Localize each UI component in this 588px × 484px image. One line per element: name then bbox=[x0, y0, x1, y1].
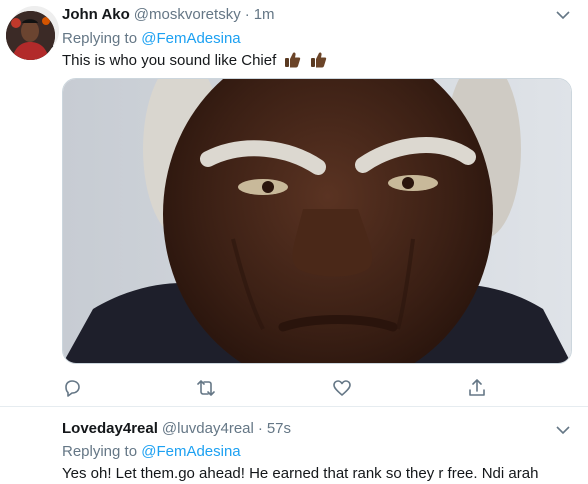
retweet-icon[interactable] bbox=[196, 378, 216, 398]
mention-link[interactable]: @FemAdesina bbox=[141, 443, 240, 460]
thumbs-up-icon bbox=[310, 52, 326, 68]
tweet-header: Loveday4real @luvday4real · 57s bbox=[62, 420, 291, 440]
tweet-body: Yes oh! Let them.go ahead! He earned tha… bbox=[62, 465, 539, 482]
separator-dot: · bbox=[244, 6, 250, 23]
display-name[interactable]: Loveday4real bbox=[62, 420, 158, 437]
chevron-down-icon[interactable] bbox=[556, 10, 570, 20]
thumbs-up-icon bbox=[285, 52, 301, 68]
user-handle[interactable]: @moskvoretsky bbox=[134, 6, 241, 23]
display-name[interactable]: John Ako bbox=[62, 6, 130, 23]
tweet[interactable]: John Ako @moskvoretsky · 1m Replying to … bbox=[0, 0, 588, 407]
reply-icon[interactable] bbox=[62, 378, 82, 398]
tweet-actions bbox=[62, 378, 522, 400]
timestamp[interactable]: 1m bbox=[254, 6, 275, 23]
tweet-body: This is who you sound like Chief bbox=[62, 52, 277, 69]
chevron-down-icon[interactable] bbox=[556, 425, 570, 435]
user-handle[interactable]: @luvday4real bbox=[162, 420, 254, 437]
tweet-image[interactable] bbox=[62, 78, 572, 364]
share-icon[interactable] bbox=[467, 378, 487, 398]
tweet-text: Yes oh! Let them.go ahead! He earned tha… bbox=[62, 465, 538, 482]
replying-to: Replying to @FemAdesina bbox=[62, 443, 241, 460]
replying-label: Replying to bbox=[62, 30, 138, 47]
separator-dot: · bbox=[257, 420, 263, 437]
like-icon[interactable] bbox=[332, 378, 352, 398]
timestamp[interactable]: 57s bbox=[267, 420, 291, 437]
avatar[interactable] bbox=[6, 11, 55, 60]
mention-link[interactable]: @FemAdesina bbox=[141, 30, 240, 47]
tweet-text: This is who you sound like Chief bbox=[62, 51, 327, 69]
replying-label: Replying to bbox=[62, 443, 138, 460]
tweet[interactable]: Loveday4real @luvday4real · 57s Replying… bbox=[0, 11, 588, 484]
replying-to: Replying to @FemAdesina bbox=[62, 30, 241, 47]
tweet-header: John Ako @moskvoretsky · 1m bbox=[62, 6, 275, 26]
